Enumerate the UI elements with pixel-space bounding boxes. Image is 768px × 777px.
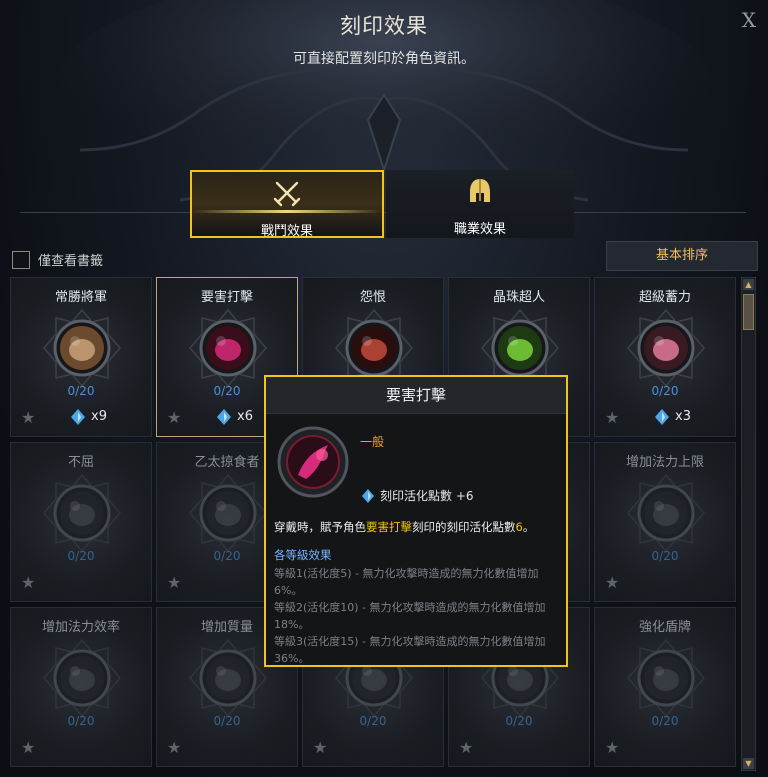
activation-text: 刻印活化點數 +6 bbox=[380, 489, 474, 503]
desc-prefix: 穿戴時，賦予角色 bbox=[274, 520, 366, 534]
bookmark-star-icon[interactable]: ★ bbox=[459, 738, 473, 757]
desc-value: 6 bbox=[515, 520, 523, 534]
bookmark-star-icon[interactable]: ★ bbox=[21, 573, 35, 592]
ether-predator-icon bbox=[189, 473, 267, 553]
shield-icon bbox=[627, 638, 705, 718]
book-multiplier: x9 bbox=[91, 409, 107, 424]
bookmark-star-icon[interactable]: ★ bbox=[167, 408, 181, 427]
engraving-count: 0/20 bbox=[213, 714, 241, 728]
bookmark-star-icon[interactable]: ★ bbox=[605, 408, 619, 427]
tab-class-effects[interactable]: 職業效果 bbox=[386, 170, 574, 238]
book-multiplier: x3 bbox=[675, 409, 691, 424]
bookmark-star-icon[interactable]: ★ bbox=[605, 738, 619, 757]
page-subtitle: 可直接配置刻印於角色資訊。 bbox=[293, 51, 475, 67]
engraving-card[interactable]: 常勝將軍 0/20 ★ x9 bbox=[10, 277, 152, 437]
engraving-tooltip: 要害打擊 一般 刻印活化點數 +6 穿戴時，賦予角色要害打擊刻印的刻印活化點數6… bbox=[264, 375, 568, 667]
engraving-card[interactable]: 增加法力效率 0/20 ★ bbox=[10, 607, 152, 767]
tab-label: 職業效果 bbox=[453, 222, 506, 237]
level-3-effect: 等級3(活化度15) - 無力化攻擊時造成的無力化數值增加36%。 bbox=[274, 635, 546, 665]
engraving-card[interactable]: 不屈 0/20 ★ bbox=[10, 442, 152, 602]
level-2-effect: 等級2(活化度10) - 無力化攻擊時造成的無力化數值增加18%。 bbox=[274, 601, 546, 631]
engraving-name: 增加法力上限 bbox=[625, 455, 704, 470]
engraving-count: 0/20 bbox=[359, 714, 387, 728]
indomitable-icon bbox=[43, 473, 121, 553]
desc-mid: 刻印的刻印活化點數 bbox=[412, 520, 516, 534]
tab-label: 戰鬥效果 bbox=[260, 224, 313, 239]
engraving-count: 0/20 bbox=[67, 549, 95, 563]
engraving-name: 增加法力效率 bbox=[41, 620, 120, 635]
desc-suffix: 。 bbox=[522, 520, 535, 534]
close-icon[interactable]: X bbox=[742, 8, 756, 32]
activation-gem-icon bbox=[217, 409, 231, 425]
tooltip-grade: 一般 bbox=[360, 435, 385, 449]
scroll-up-icon[interactable]: ▲ bbox=[743, 279, 754, 290]
engraving-count: 0/20 bbox=[505, 714, 533, 728]
critical-strike-icon bbox=[189, 308, 267, 388]
engraving-count: 0/20 bbox=[651, 714, 679, 728]
engraving-card[interactable]: 超級蓄力 0/20 ★ x3 bbox=[594, 277, 736, 437]
scroll-thumb[interactable] bbox=[743, 294, 754, 330]
bookmark-star-icon[interactable]: ★ bbox=[313, 738, 327, 757]
engraving-count: 0/20 bbox=[67, 384, 95, 398]
engraving-name: 要害打擊 bbox=[200, 290, 253, 305]
bookmark-filter[interactable]: 僅查看書籤 bbox=[12, 250, 103, 269]
desc-engraving-name: 要害打擊 bbox=[366, 520, 412, 534]
mana-efficiency-icon bbox=[43, 638, 121, 718]
crossed-swords-icon bbox=[273, 181, 301, 207]
engraving-card[interactable]: 強化盾牌 0/20 ★ bbox=[594, 607, 736, 767]
engraving-count: 0/20 bbox=[651, 549, 679, 563]
bookmark-star-icon[interactable]: ★ bbox=[21, 408, 35, 427]
bookmark-star-icon[interactable]: ★ bbox=[167, 573, 181, 592]
engraving-name: 晶珠超人 bbox=[492, 290, 545, 305]
engraving-name: 超級蓄力 bbox=[638, 290, 691, 305]
book-multiplier: x6 bbox=[237, 409, 253, 424]
activation-gem-icon bbox=[71, 409, 85, 425]
sort-button[interactable]: 基本排序 bbox=[606, 241, 758, 271]
helmet-icon bbox=[470, 179, 490, 202]
critical-strike-icon bbox=[277, 426, 349, 498]
mass-increase-icon bbox=[189, 638, 267, 718]
level-1-effect: 等級1(活化度5) - 無力化攻擊時造成的無力化數值增加6%。 bbox=[274, 567, 539, 597]
eye-icon bbox=[43, 308, 121, 388]
engraving-count: 0/20 bbox=[67, 714, 95, 728]
bookmark-checkbox[interactable] bbox=[12, 250, 30, 269]
tooltip-description: 穿戴時，賦予角色要害打擊刻印的刻印活化點數6。 bbox=[274, 519, 562, 535]
tooltip-activation: 刻印活化點數 +6 bbox=[362, 487, 474, 504]
scroll-down-icon[interactable]: ▼ bbox=[743, 758, 754, 769]
activation-gem-icon bbox=[655, 409, 669, 425]
activation-gem-icon bbox=[362, 488, 374, 503]
max-mana-icon bbox=[627, 473, 705, 553]
scrollbar[interactable]: ▲ ▼ bbox=[741, 277, 756, 771]
engraving-name: 強化盾牌 bbox=[638, 620, 691, 635]
charge-icon bbox=[627, 308, 705, 388]
engraving-name: 常勝將軍 bbox=[54, 290, 107, 305]
tooltip-title: 要害打擊 bbox=[266, 377, 566, 414]
bookmark-star-icon[interactable]: ★ bbox=[605, 573, 619, 592]
bookmark-star-icon[interactable]: ★ bbox=[21, 738, 35, 757]
tab-combat-effects[interactable]: 戰鬥效果 bbox=[190, 170, 384, 239]
engraving-count: 0/20 bbox=[651, 384, 679, 398]
page-title: 刻印效果 bbox=[340, 14, 428, 38]
engraving-name: 怨恨 bbox=[359, 290, 386, 305]
bookmark-star-icon[interactable]: ★ bbox=[167, 738, 181, 757]
level-effects-header: 各等級效果 bbox=[274, 548, 332, 562]
engraving-name: 不屈 bbox=[67, 455, 94, 470]
bookmark-filter-label: 僅查看書籤 bbox=[38, 254, 104, 269]
engraving-card[interactable]: 增加法力上限 0/20 ★ bbox=[594, 442, 736, 602]
